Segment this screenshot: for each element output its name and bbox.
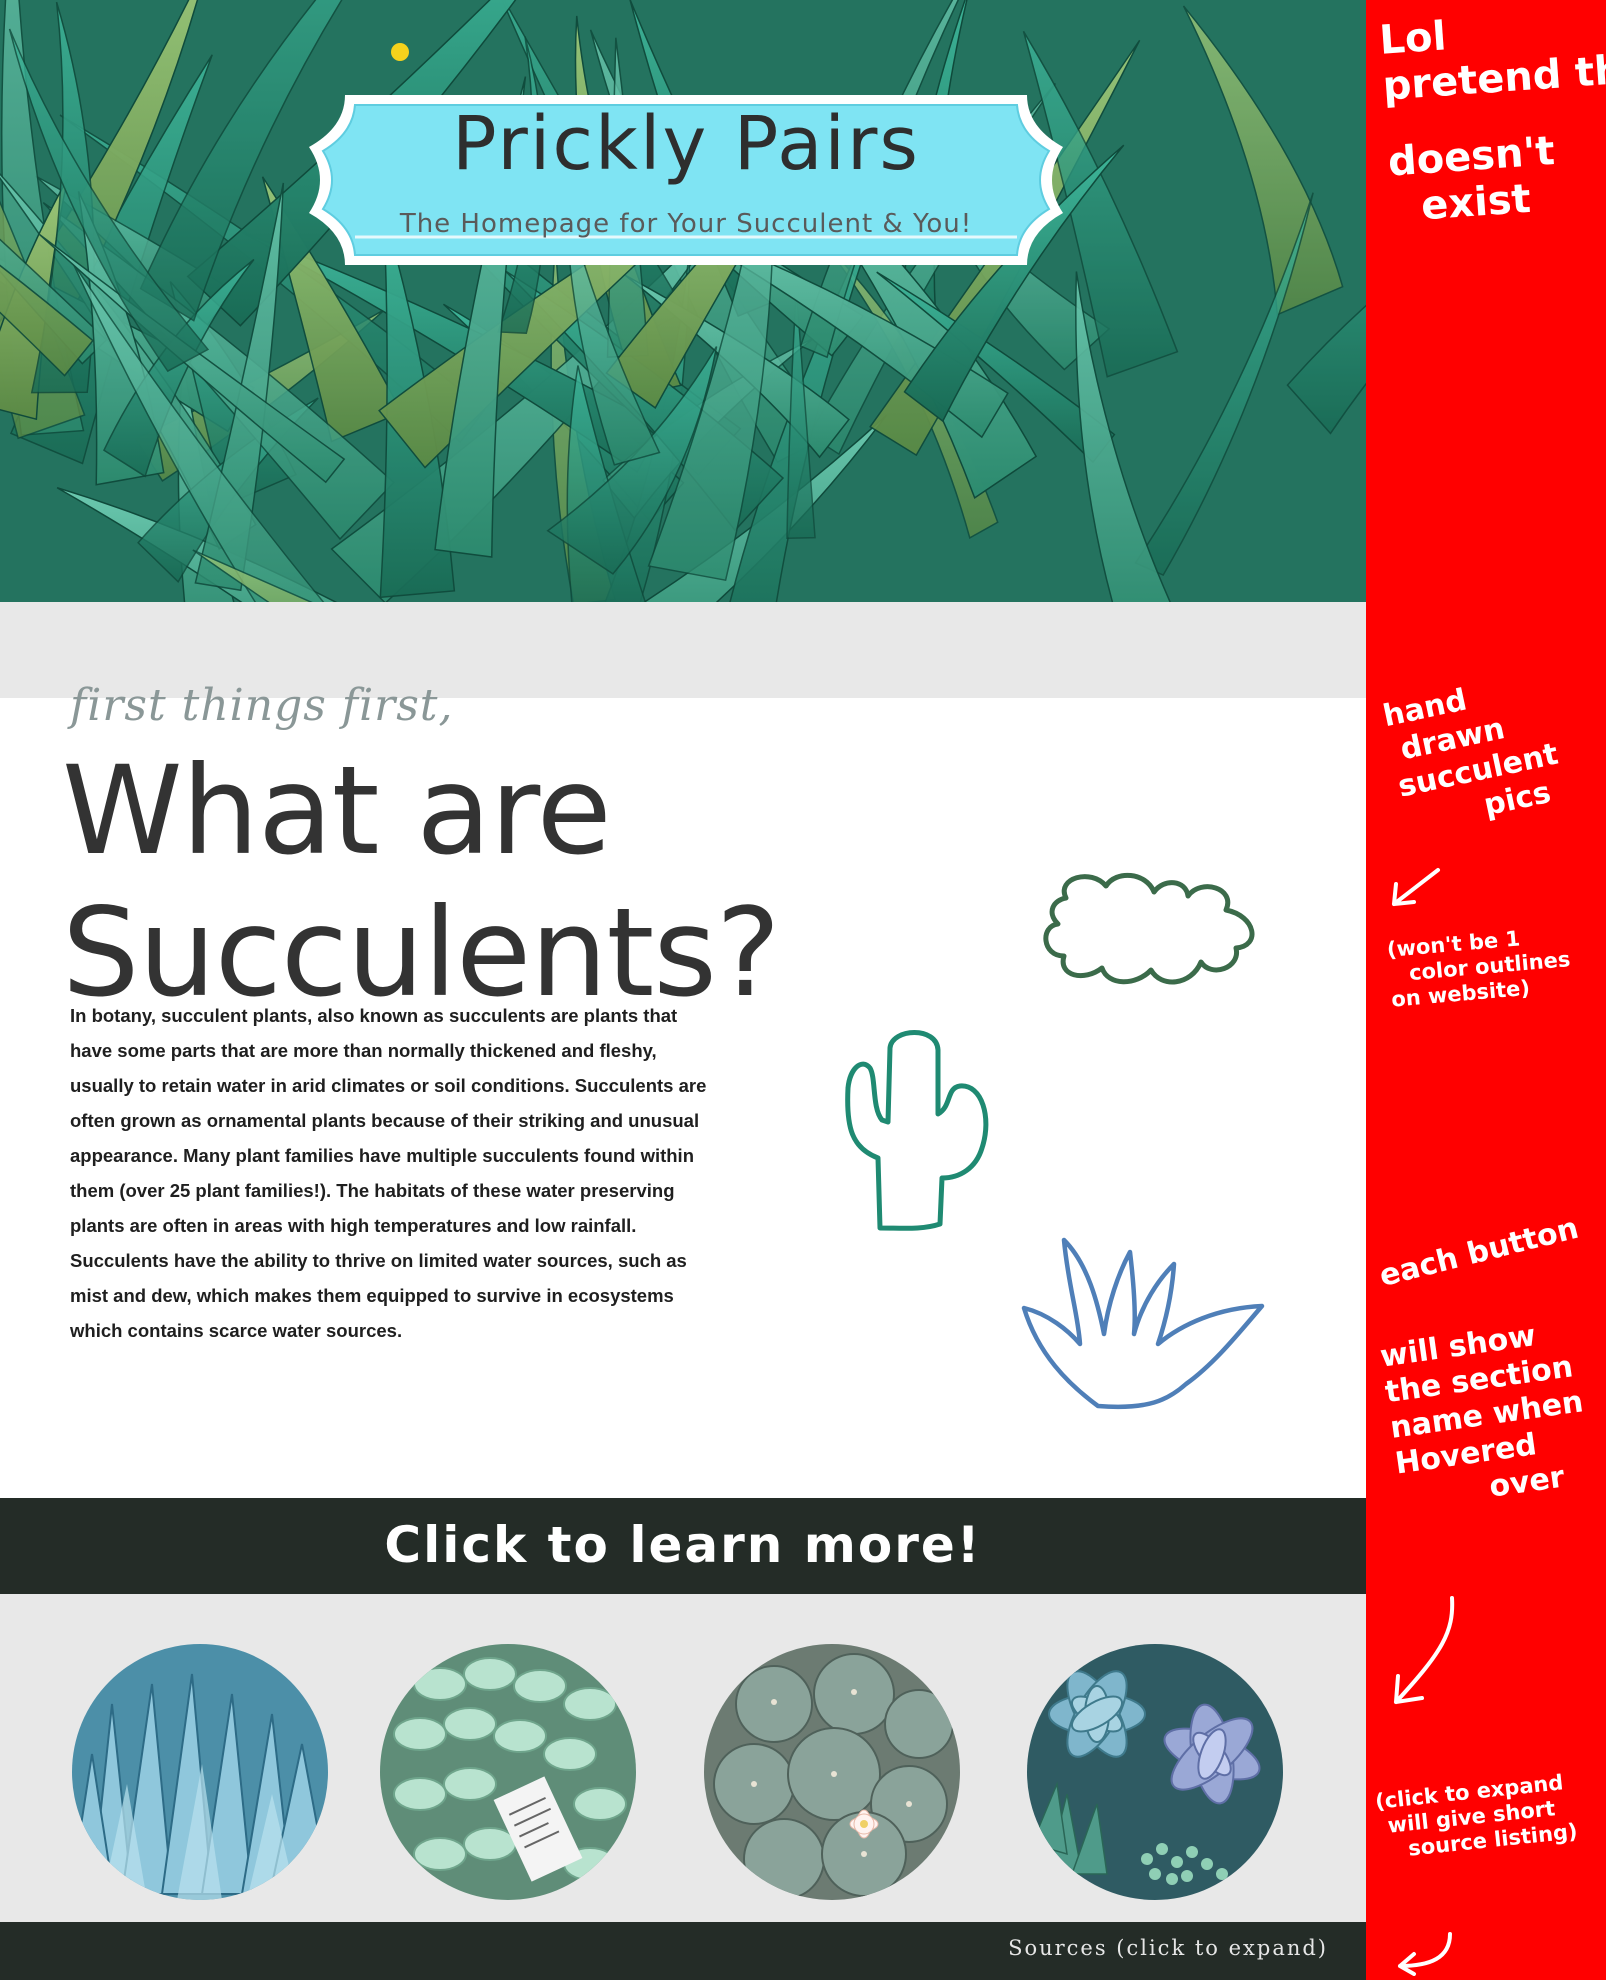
cactus-doodle-icon (845, 1030, 989, 1231)
succulent-button-1[interactable] (72, 1644, 328, 1900)
yellow-flower (391, 43, 409, 61)
intro-paragraph: In botany, succulent plants, also known … (70, 1005, 707, 1341)
sources-expand-link[interactable]: Sources (click to expand) (1008, 1936, 1328, 1960)
learn-more-bar: Click to learn more! (0, 1498, 1366, 1594)
learn-more-label: Click to learn more! (384, 1516, 982, 1574)
agave-doodle-icon (1021, 1237, 1265, 1410)
arrow-down-left-icon (1398, 1932, 1452, 1976)
succulent-button-2[interactable] (380, 1644, 636, 1900)
site-subtitle: The Homepage for Your Succulent & You! (399, 209, 973, 239)
annotation-note-5: (click to expand will give short source … (1374, 1769, 1579, 1864)
peyote-cactus-photo (704, 1644, 960, 1900)
annotation-note-2: hand drawn succulent pics (1380, 666, 1569, 841)
annotation-panel: Lol pretend this doesn't exist hand draw… (1366, 0, 1606, 1980)
succulent-gallery (0, 1594, 1366, 1922)
cloud-shrub-doodle-icon (1043, 872, 1255, 985)
annotation-line: each button (1376, 1210, 1583, 1294)
arrow-down-left-icon (1392, 868, 1440, 906)
annotation-note-1: Lol pretend this doesn't exist (1378, 0, 1606, 231)
annotation-note-4: each button (1376, 1211, 1582, 1295)
annotation-note-3: (won't be 1 color outlines on website) (1386, 922, 1574, 1013)
burros-tail-photo (380, 1644, 636, 1900)
succulent-button-4[interactable] (1027, 1644, 1283, 1900)
blue-chalksticks-photo (72, 1644, 328, 1900)
section-kicker: first things first, (70, 680, 454, 731)
site-banner: Prickly Pairs The Homepage for Your Succ… (305, 87, 1067, 273)
succulent-button-3[interactable] (704, 1644, 960, 1900)
page: Prickly Pairs The Homepage for Your Succ… (0, 0, 1366, 1980)
echeveria-photo (1027, 1644, 1283, 1900)
site-title: Prickly Pairs (452, 101, 920, 187)
arrow-down-left-icon (1394, 1596, 1455, 1704)
hero-image: Prickly Pairs The Homepage for Your Succ… (0, 0, 1366, 602)
annotation-note-4b: will show the section name when Hovered … (1378, 1313, 1596, 1518)
footer-bar: Sources (click to expand) (0, 1922, 1366, 1980)
